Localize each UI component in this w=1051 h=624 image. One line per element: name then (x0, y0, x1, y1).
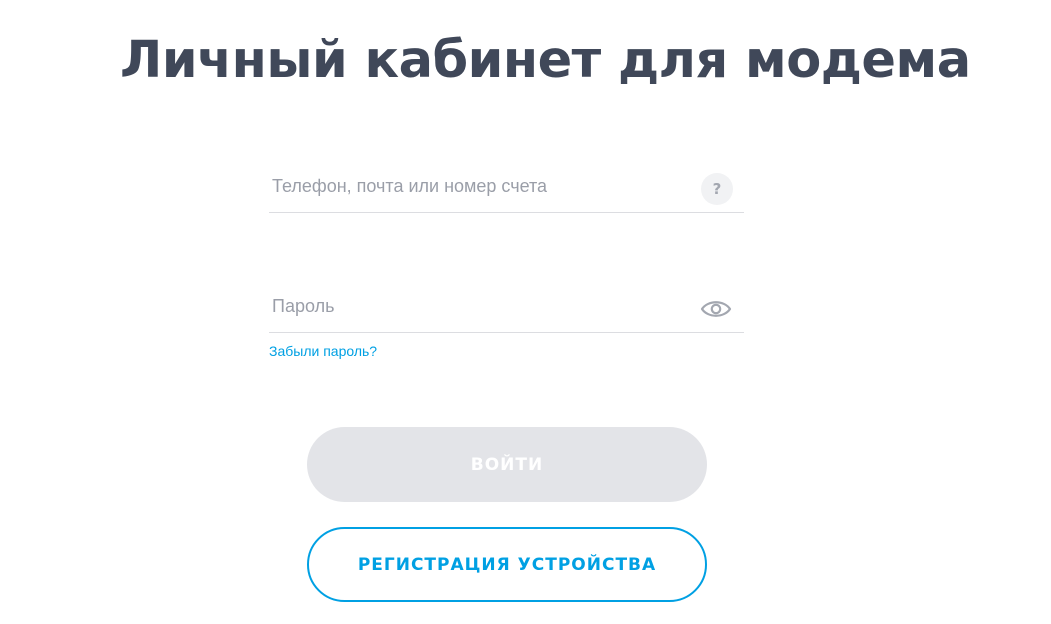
eye-icon[interactable] (700, 298, 732, 320)
login-page: Личный кабинет для модема ? Забыли парол… (0, 0, 1051, 624)
register-device-button[interactable]: РЕГИСТРАЦИЯ УСТРОЙСТВА (307, 527, 707, 602)
login-button[interactable]: ВОЙТИ (307, 427, 707, 502)
login-button-label: ВОЙТИ (470, 454, 544, 475)
register-device-button-label: РЕГИСТРАЦИЯ УСТРОЙСТВА (357, 554, 657, 575)
password-input[interactable] (272, 284, 692, 328)
page-title: Личный кабинет для модема (120, 31, 971, 90)
login-field: ? (269, 164, 744, 213)
question-icon[interactable]: ? (701, 173, 733, 205)
login-input[interactable] (272, 164, 692, 208)
password-field (269, 284, 744, 333)
forgot-password-link[interactable]: Забыли пароль? (269, 343, 377, 359)
